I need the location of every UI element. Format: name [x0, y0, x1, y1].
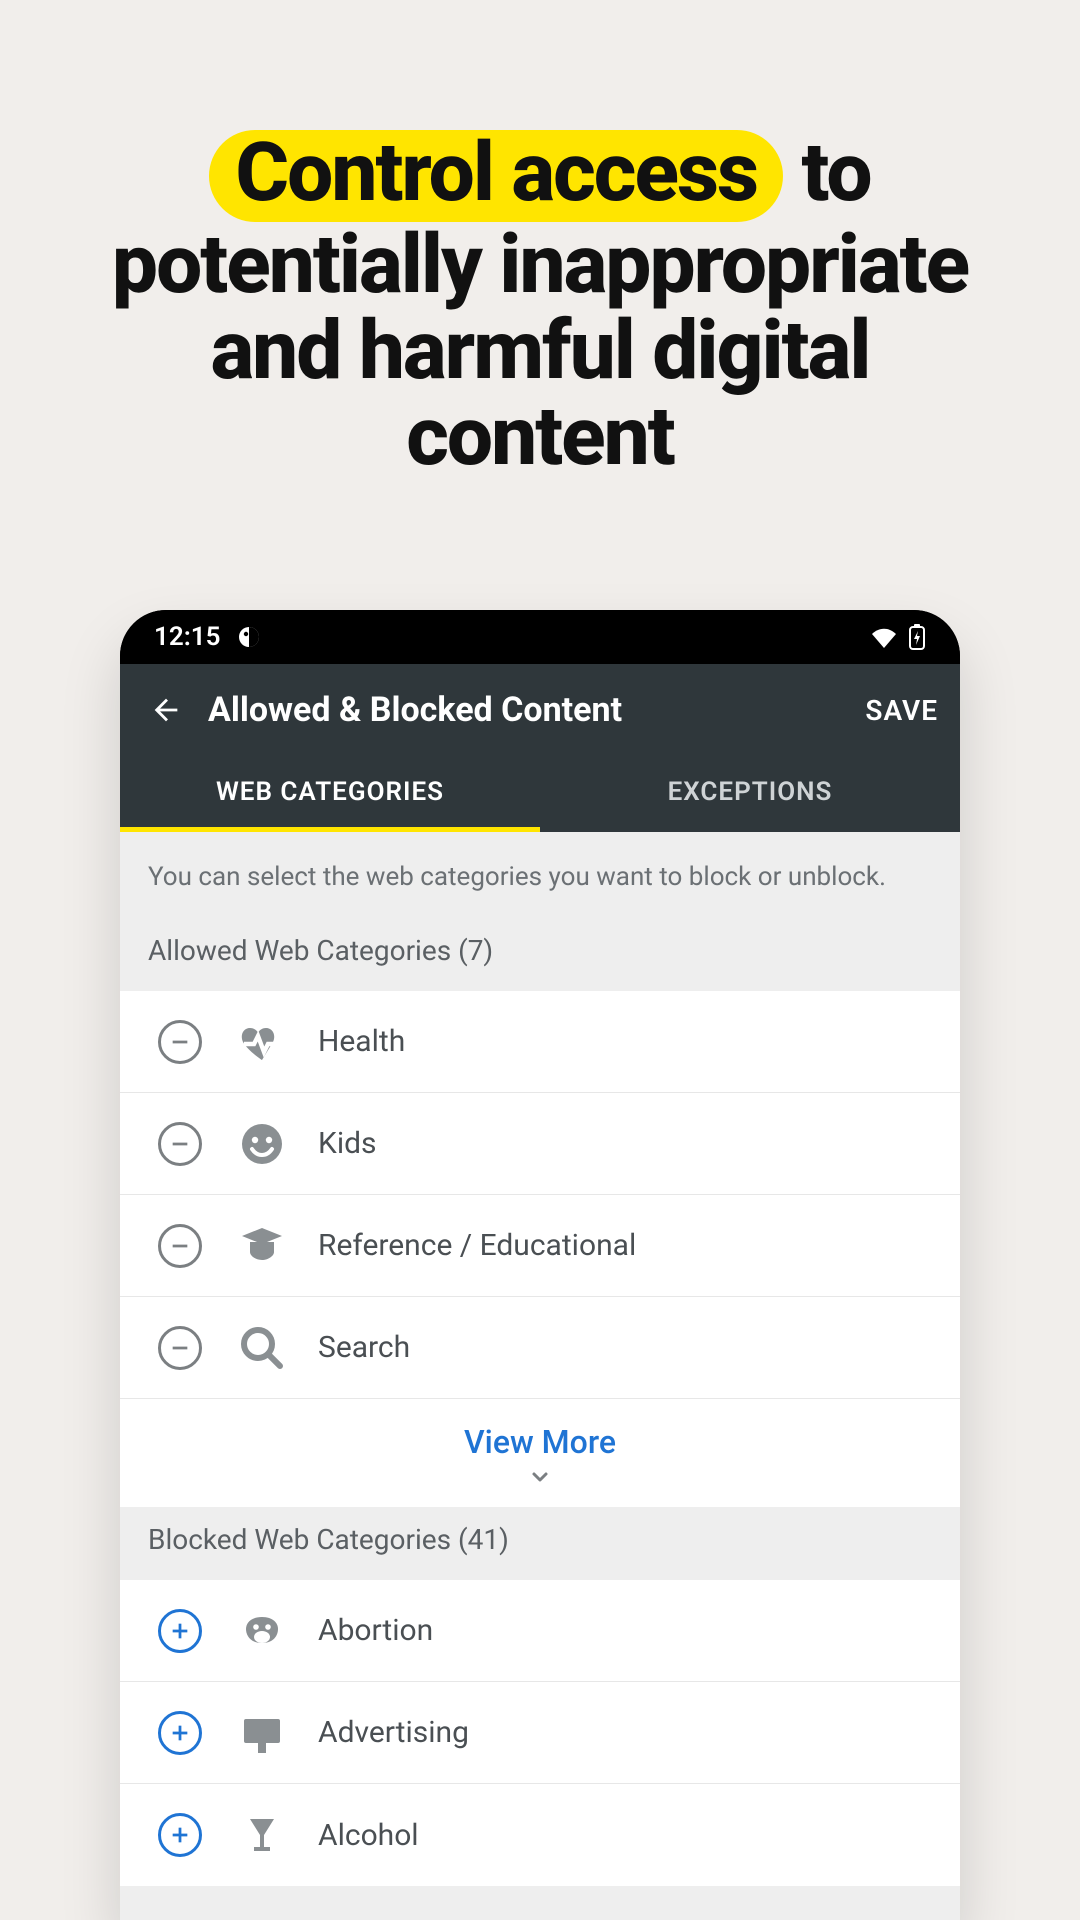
- education-icon: [236, 1220, 288, 1272]
- page-title: Allowed & Blocked Content: [208, 690, 865, 730]
- category-label: Alcohol: [318, 1818, 419, 1853]
- category-row[interactable]: Advertising: [120, 1682, 960, 1784]
- plus-icon: [169, 1620, 191, 1642]
- add-button[interactable]: [158, 1711, 202, 1755]
- marketing-headline: Control access to potentially inappropri…: [0, 0, 1080, 480]
- advertising-icon: [236, 1707, 288, 1759]
- plus-icon: [169, 1824, 191, 1846]
- category-row[interactable]: Reference / Educational: [120, 1195, 960, 1297]
- category-row[interactable]: Abortion: [120, 1580, 960, 1682]
- category-row[interactable]: Kids: [120, 1093, 960, 1195]
- category-label: Search: [318, 1330, 410, 1365]
- minus-icon: [169, 1337, 191, 1359]
- minus-icon: [169, 1133, 191, 1155]
- add-button[interactable]: [158, 1813, 202, 1857]
- view-more-label: View More: [120, 1423, 960, 1461]
- remove-button[interactable]: [158, 1122, 202, 1166]
- search-icon: [236, 1322, 288, 1374]
- category-label: Health: [318, 1024, 405, 1059]
- alcohol-icon: [236, 1809, 288, 1861]
- arrow-left-icon: [149, 693, 183, 727]
- save-button[interactable]: SAVE: [865, 694, 938, 727]
- category-label: Abortion: [318, 1613, 433, 1648]
- allowed-section-header: Allowed Web Categories (7): [120, 918, 960, 991]
- headline-line2: potentially inappropriate: [112, 217, 968, 313]
- tab-web-label: WEB CATEGORIES: [216, 777, 444, 807]
- remove-button[interactable]: [158, 1020, 202, 1064]
- plus-icon: [169, 1722, 191, 1744]
- category-row[interactable]: Health: [120, 991, 960, 1093]
- blocked-section-header: Blocked Web Categories (41): [120, 1507, 960, 1580]
- headline-line3: and harmful digital content: [210, 303, 869, 485]
- category-label: Advertising: [318, 1715, 469, 1750]
- health-icon: [236, 1016, 288, 1068]
- category-label: Kids: [318, 1126, 377, 1161]
- category-row[interactable]: Alcohol: [120, 1784, 960, 1886]
- allowed-list: Health Kids Reference /: [120, 991, 960, 1507]
- back-button[interactable]: [142, 686, 190, 734]
- minus-icon: [169, 1031, 191, 1053]
- intro-text: You can select the web categories you wa…: [120, 832, 960, 918]
- phone-frame: 12:15 Allowed & Blocked Content SAVE WEB…: [120, 610, 960, 1920]
- remove-button[interactable]: [158, 1224, 202, 1268]
- status-time: 12:15: [154, 622, 221, 652]
- app-bar: Allowed & Blocked Content SAVE: [120, 664, 960, 756]
- kids-icon: [236, 1118, 288, 1170]
- tab-exceptions-label: EXCEPTIONS: [668, 777, 833, 807]
- wifi-icon: [870, 626, 898, 648]
- battery-icon: [908, 623, 926, 651]
- view-more-button[interactable]: View More: [120, 1399, 960, 1507]
- tabs: WEB CATEGORIES EXCEPTIONS: [120, 756, 960, 832]
- headline-highlight: Control access: [209, 130, 783, 222]
- content-scroll[interactable]: You can select the web categories you wa…: [120, 832, 960, 1920]
- status-app-icon: [237, 625, 261, 649]
- add-button[interactable]: [158, 1609, 202, 1653]
- blocked-list: Abortion Advertising Alc: [120, 1580, 960, 1886]
- abortion-icon: [236, 1605, 288, 1657]
- status-bar: 12:15: [120, 610, 960, 664]
- category-row[interactable]: Search: [120, 1297, 960, 1399]
- category-label: Reference / Educational: [318, 1228, 636, 1263]
- tab-web-categories[interactable]: WEB CATEGORIES: [120, 756, 540, 832]
- remove-button[interactable]: [158, 1326, 202, 1370]
- headline-rest1: to: [783, 125, 870, 221]
- tab-exceptions[interactable]: EXCEPTIONS: [540, 756, 960, 832]
- minus-icon: [169, 1235, 191, 1257]
- chevron-down-icon: [120, 1465, 960, 1489]
